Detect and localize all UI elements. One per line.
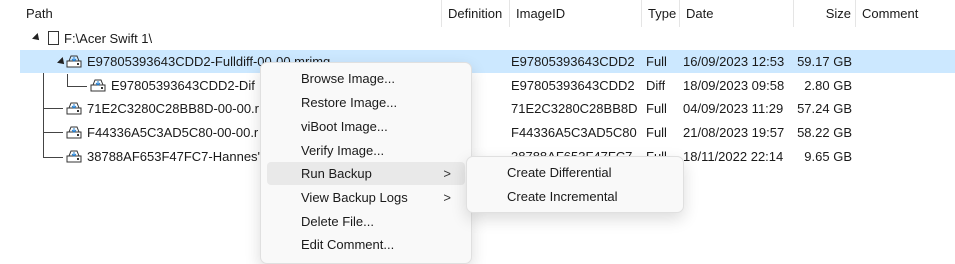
menu-item-label: viBoot Image... [301, 119, 388, 134]
column-header: Path Definition ImageID Type Date Size C… [0, 0, 955, 27]
column-size[interactable]: Size [794, 0, 856, 27]
backup-size: 9.65 GB [804, 149, 852, 164]
backup-size: 57.24 GB [797, 101, 852, 116]
backup-date: 18/09/2023 09:58 [683, 78, 785, 93]
menu-item-label: Verify Image... [301, 143, 385, 158]
column-date[interactable]: Date [680, 0, 794, 27]
menu-item-view-backup-logs[interactable]: View Backup Logs > [267, 186, 465, 209]
chevron-right-icon: > [443, 166, 451, 181]
backup-type: Diff [646, 78, 666, 93]
menu-item-label: Run Backup [301, 166, 372, 181]
menu-item-viboot-image[interactable]: viBoot Image... [267, 115, 465, 138]
menu-item-label: Restore Image... [301, 95, 398, 110]
menu-item-browse-image[interactable]: Browse Image... [267, 67, 465, 90]
column-definition[interactable]: Definition [442, 0, 510, 27]
disk-image-icon [66, 55, 82, 68]
submenu-item-label: Create Differential [507, 165, 612, 180]
table-row[interactable]: E97805393643CDD2-Dif E97805393643CDD2 Di… [0, 74, 955, 97]
column-type-label: Type [648, 6, 677, 21]
menu-item-run-backup[interactable]: Run Backup > [267, 162, 465, 185]
backup-date: 16/09/2023 12:53 [683, 54, 785, 69]
image-id: E97805393643CDD2 [511, 78, 635, 93]
backup-type: Full [646, 101, 667, 116]
root-path-label: F:\Acer Swift 1\ [64, 31, 153, 46]
table-row[interactable]: 71E2C3280C28BB8D-00-00.r 71E2C3280C28BB8… [0, 97, 955, 120]
column-size-label: Size [825, 6, 851, 21]
document-icon [48, 31, 59, 45]
file-name: 71E2C3280C28BB8D-00-00.r [87, 101, 259, 116]
expand-triangle-icon[interactable] [32, 33, 42, 43]
table-row[interactable]: F44336A5C3AD5C80-00-00.r F44336A5C3AD5C8… [0, 121, 955, 144]
backup-size: 59.17 GB [797, 54, 852, 69]
backup-size: 58.22 GB [797, 125, 852, 140]
menu-item-label: Delete File... [301, 214, 374, 229]
column-definition-label: Definition [448, 6, 503, 21]
menu-item-label: Browse Image... [301, 71, 395, 86]
column-type[interactable]: Type [642, 0, 680, 27]
submenu-item-create-incremental[interactable]: Create Incremental [473, 185, 677, 208]
menu-item-delete-file[interactable]: Delete File... [267, 210, 465, 233]
file-name: E97805393643CDD2-Dif [111, 78, 255, 93]
menu-item-verify-image[interactable]: Verify Image... [267, 139, 465, 162]
disk-image-icon [90, 79, 106, 92]
image-id: E97805393643CDD2 [511, 54, 635, 69]
run-backup-submenu: Create Differential Create Incremental [466, 156, 684, 213]
backup-date: 21/08/2023 19:57 [683, 125, 785, 140]
column-comment-label: Comment [862, 6, 919, 21]
tree-root-row[interactable]: F:\Acer Swift 1\ [0, 27, 955, 50]
backup-type: Full [646, 54, 667, 69]
menu-item-restore-image[interactable]: Restore Image... [267, 91, 465, 114]
table-row[interactable]: E97805393643CDD2-Fulldiff-00-00.mrimg E9… [20, 50, 955, 73]
disk-image-icon [66, 126, 82, 139]
backup-date: 18/11/2022 22:14 [683, 149, 784, 164]
file-name: F44336A5C3AD5C80-00-00.r [87, 125, 259, 140]
column-path[interactable]: Path [20, 0, 442, 27]
column-comment[interactable]: Comment [856, 0, 955, 27]
submenu-item-label: Create Incremental [507, 189, 618, 204]
context-menu: Browse Image... Restore Image... viBoot … [260, 62, 472, 264]
disk-image-icon [66, 102, 82, 115]
column-imageid-label: ImageID [516, 6, 566, 21]
file-name: 38788AF653F47FC7-Hannes' [87, 149, 261, 164]
image-id: F44336A5C3AD5C80 [511, 125, 637, 140]
backup-date: 04/09/2023 11:29 [683, 101, 784, 116]
image-id: 71E2C3280C28BB8D [511, 101, 638, 116]
column-date-label: Date [686, 6, 714, 21]
column-path-label: Path [26, 6, 53, 21]
backup-type: Full [646, 125, 667, 140]
disk-image-icon [66, 150, 82, 163]
menu-item-label: View Backup Logs [301, 190, 408, 205]
column-imageid[interactable]: ImageID [510, 0, 642, 27]
menu-item-edit-comment[interactable]: Edit Comment... [267, 233, 465, 256]
backup-size: 2.80 GB [804, 78, 852, 93]
submenu-item-create-differential[interactable]: Create Differential [473, 161, 677, 184]
chevron-right-icon: > [443, 190, 451, 205]
